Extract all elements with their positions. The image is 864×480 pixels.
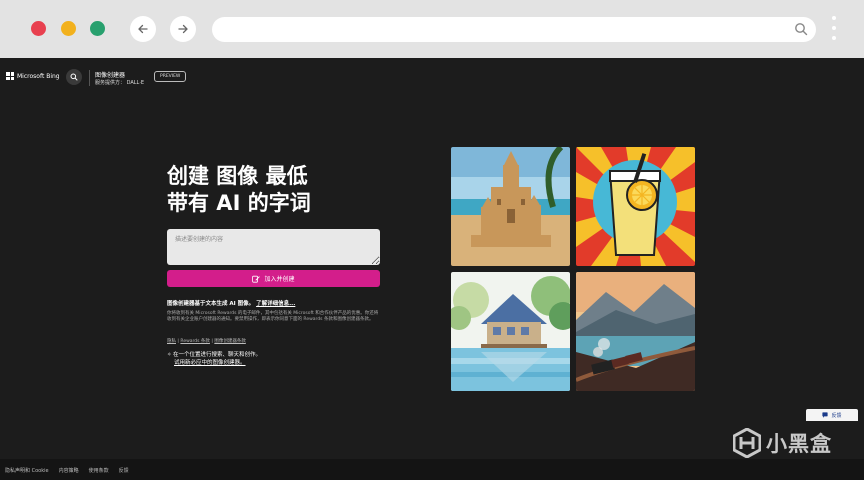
watermark: 小黑盒: [733, 425, 843, 461]
bing-logo-link[interactable]: Microsoft Bing: [6, 72, 60, 80]
page-headline: 创建 图像 最低 带有 AI 的字词: [167, 163, 347, 217]
prompt-input[interactable]: [167, 229, 380, 265]
footer-link-privacy[interactable]: 隐私声明和 Cookie: [5, 467, 49, 474]
page-footer: 隐私声明和 Cookie 内容策略 使用条款 反馈: [0, 459, 864, 480]
microsoft-logo-icon: [6, 72, 14, 80]
app-title: 图像创建器: [95, 72, 126, 79]
search-icon[interactable]: [794, 22, 808, 36]
search-icon: [70, 73, 78, 81]
promo-line-1: 在一个位置进行搜索、聊天和创作。: [173, 352, 262, 358]
top-search-button[interactable]: [66, 69, 82, 85]
xiaoheihe-logo-icon: [733, 428, 761, 458]
footer-link-content-policy[interactable]: 内容策略: [59, 467, 79, 474]
more-menu-icon[interactable]: [831, 16, 837, 44]
back-button[interactable]: [130, 16, 156, 42]
creator-terms-link[interactable]: 图像创建器条款: [214, 339, 246, 344]
brand-text: Microsoft Bing: [17, 72, 60, 80]
lake-house-example-image[interactable]: [451, 272, 570, 391]
sandcastle-example-image[interactable]: [451, 147, 570, 266]
app-subtitle: 服务提供方： DALL·E: [95, 80, 145, 86]
info-title-text: 图像创建器基于文本生成 AI 图像。: [167, 301, 255, 307]
footer-link-feedback[interactable]: 反馈: [119, 467, 129, 474]
preview-badge: PREVIEW: [154, 71, 187, 82]
rewards-terms-link[interactable]: Rewards 条款: [180, 339, 210, 344]
maximize-window-button[interactable]: [90, 21, 105, 36]
arrow-left-icon: [138, 24, 148, 34]
address-bar[interactable]: [212, 17, 816, 42]
top-bar: Microsoft Bing 图像创建器 服务提供方： DALL·E PREVI…: [0, 58, 864, 98]
arrow-right-icon: [178, 24, 188, 34]
learn-more-link[interactable]: 了解详细信息...: [256, 301, 295, 307]
close-window-button[interactable]: [31, 21, 46, 36]
watermark-text: 小黑盒: [766, 432, 832, 456]
join-and-create-button[interactable]: 加入并创建: [167, 270, 380, 287]
feedback-label: 反馈: [831, 412, 842, 419]
info-title: 图像创建器基于文本生成 AI 图像。 了解详细信息...: [167, 299, 295, 307]
headline-line-1: 创建 图像 最低: [167, 164, 308, 188]
browser-chrome: [0, 0, 864, 58]
minimize-window-button[interactable]: [61, 21, 76, 36]
page: Microsoft Bing 图像创建器 服务提供方： DALL·E PREVI…: [0, 58, 864, 480]
create-icon: [252, 275, 261, 283]
example-image-grid: [451, 147, 696, 392]
header-divider: [89, 70, 90, 86]
create-button-label: 加入并创建: [264, 277, 295, 283]
new-bing-promo: ✧在一个位置进行搜索、聊天和创作。 试用新必应中的图像创建器。: [167, 351, 261, 367]
forward-button[interactable]: [170, 16, 196, 42]
privacy-link[interactable]: 隐私: [167, 339, 176, 344]
headline-line-2: 带有 AI 的字词: [167, 191, 311, 215]
chat-icon: [822, 412, 829, 418]
terms-links: 隐私 | Rewards 条款 | 图像创建器条款: [167, 339, 246, 344]
try-new-bing-link[interactable]: 试用新必应中的图像创建器。: [167, 359, 261, 367]
info-body: 你将收到有关 Microsoft Rewards 的电子邮件，其中包括有关 Mi…: [167, 311, 379, 323]
mountain-train-example-image[interactable]: [576, 272, 695, 391]
lemonade-example-image[interactable]: [576, 147, 695, 266]
footer-link-terms[interactable]: 使用条款: [89, 467, 109, 474]
feedback-button[interactable]: 反馈: [806, 409, 858, 421]
footer-links: 隐私声明和 Cookie 内容策略 使用条款 反馈: [5, 467, 129, 474]
